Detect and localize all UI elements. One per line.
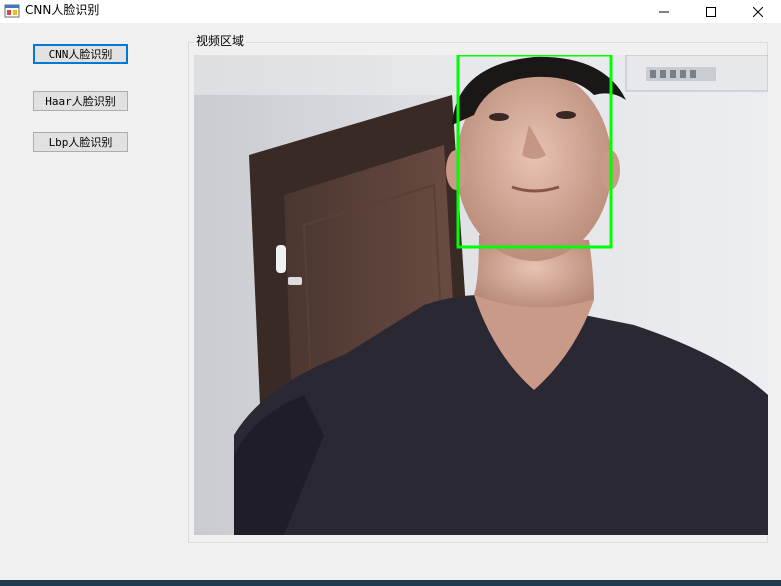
lbp-face-recognition-button[interactable]: Lbp人脸识别 bbox=[33, 132, 128, 152]
minimize-button[interactable] bbox=[641, 0, 687, 23]
minimize-icon bbox=[659, 2, 669, 21]
haar-face-recognition-button[interactable]: Haar人脸识别 bbox=[33, 91, 128, 111]
maximize-button[interactable] bbox=[688, 0, 734, 23]
close-button[interactable] bbox=[735, 0, 781, 23]
title-bar: CNN人脸识别 bbox=[0, 0, 781, 23]
video-picturebox bbox=[194, 55, 768, 535]
window-title: CNN人脸识别 bbox=[25, 3, 100, 17]
window-bottom-edge bbox=[0, 580, 781, 586]
video-groupbox-label: 视频区域 bbox=[194, 34, 247, 48]
form-client-area: CNN人脸识别 Haar人脸识别 Lbp人脸识别 视频区域 bbox=[0, 23, 781, 580]
cnn-face-recognition-button[interactable]: CNN人脸识别 bbox=[33, 44, 128, 64]
app-icon bbox=[4, 3, 20, 19]
close-icon bbox=[752, 2, 764, 21]
webcam-frame bbox=[194, 55, 768, 535]
maximize-icon bbox=[706, 2, 716, 21]
